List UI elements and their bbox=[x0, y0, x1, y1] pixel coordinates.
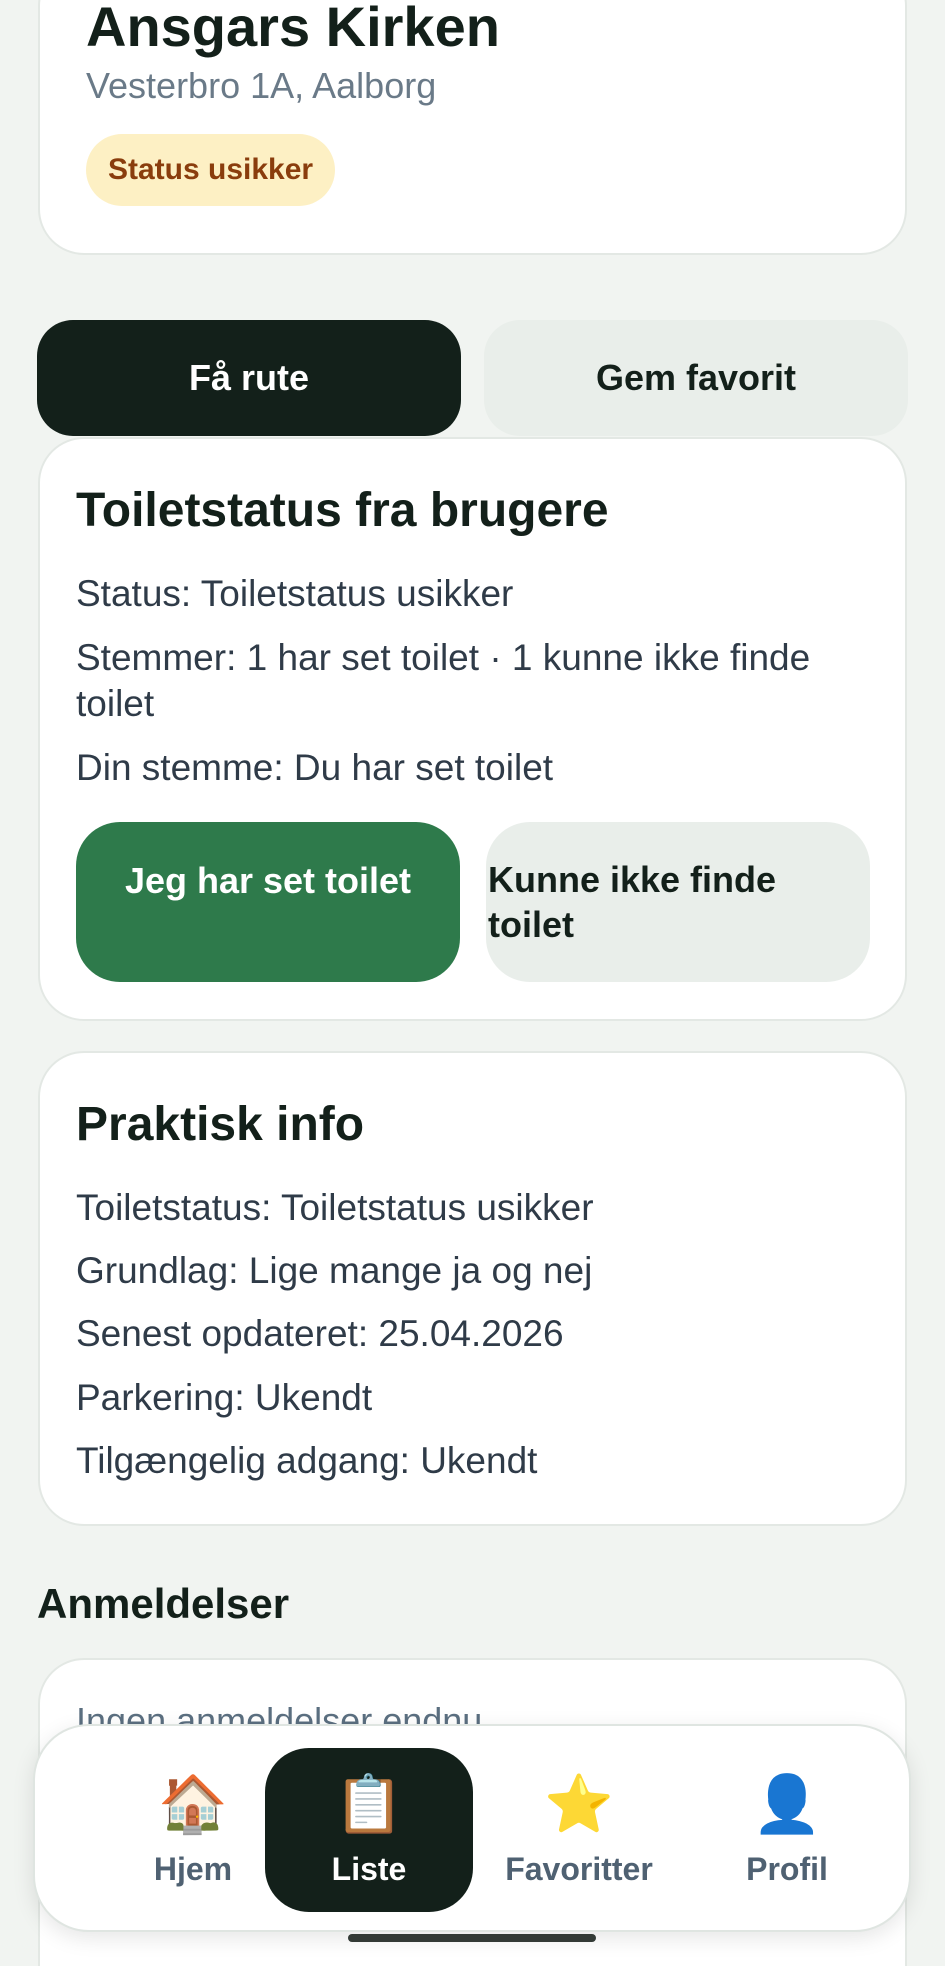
nav-label: Liste bbox=[331, 1850, 407, 1887]
user-toilet-status-card: Toiletstatus fra brugere Status: Toilets… bbox=[38, 437, 907, 1021]
nav-label: Profil bbox=[746, 1850, 828, 1887]
nav-item-list[interactable]: 📋 Liste bbox=[265, 1748, 473, 1912]
clipboard-icon: 📋 bbox=[334, 1771, 404, 1837]
info-line: Parkering: Ukendt bbox=[76, 1377, 373, 1418]
get-route-button[interactable]: Få rute bbox=[37, 320, 461, 436]
reviews-heading: Anmeldelser bbox=[37, 1580, 290, 1627]
star-icon: ⭐ bbox=[544, 1771, 614, 1837]
place-address: Vesterbro 1A, Aalborg bbox=[86, 65, 437, 106]
info-line: Grundlag: Lige mange ja og nej bbox=[76, 1250, 593, 1291]
seen-toilet-button[interactable]: Jeg har set toilet bbox=[76, 822, 460, 982]
house-icon: 🏠 bbox=[158, 1771, 228, 1837]
info-line: Senest opdateret: 25.04.2026 bbox=[76, 1313, 564, 1354]
place-name: Ansgars Kirken bbox=[86, 0, 500, 58]
save-favorite-button[interactable]: Gem favorit bbox=[484, 320, 908, 436]
place-detail-screen: Ansgars Kirken Vesterbro 1A, Aalborg Sta… bbox=[0, 0, 945, 1966]
status-badge: Status usikker bbox=[86, 134, 336, 206]
nav-label: Favoritter bbox=[505, 1850, 653, 1887]
place-header-card: Ansgars Kirken Vesterbro 1A, Aalborg Sta… bbox=[38, 0, 907, 255]
card-title: Toiletstatus fra brugere bbox=[76, 484, 609, 537]
votes-line: Stemmer: 1 har set toilet · 1 kunne ikke… bbox=[76, 637, 811, 724]
info-line: Toiletstatus: Toiletstatus usikker bbox=[76, 1187, 594, 1228]
status-line: Status: Toiletstatus usikker bbox=[76, 573, 514, 614]
bottom-navigation: 🏠 Hjem 📋 Liste ⭐ Favoritter 👤 Profil bbox=[33, 1724, 911, 1932]
not-found-toilet-button[interactable]: Kunne ikke finde toilet bbox=[486, 822, 870, 982]
home-indicator[interactable] bbox=[348, 1934, 596, 1942]
info-line: Tilgængelig adgang: Ukendt bbox=[76, 1440, 538, 1481]
nav-item-profile[interactable]: 👤 Profil bbox=[683, 1748, 891, 1912]
my-vote-line: Din stemme: Du har set toilet bbox=[76, 747, 554, 788]
practical-info-card: Praktisk info Toiletstatus: Toiletstatus… bbox=[38, 1051, 907, 1526]
person-icon: 👤 bbox=[752, 1771, 822, 1837]
card-title: Praktisk info bbox=[76, 1098, 365, 1151]
nav-label: Hjem bbox=[153, 1850, 233, 1887]
nav-item-favorites[interactable]: ⭐ Favoritter bbox=[475, 1748, 683, 1912]
